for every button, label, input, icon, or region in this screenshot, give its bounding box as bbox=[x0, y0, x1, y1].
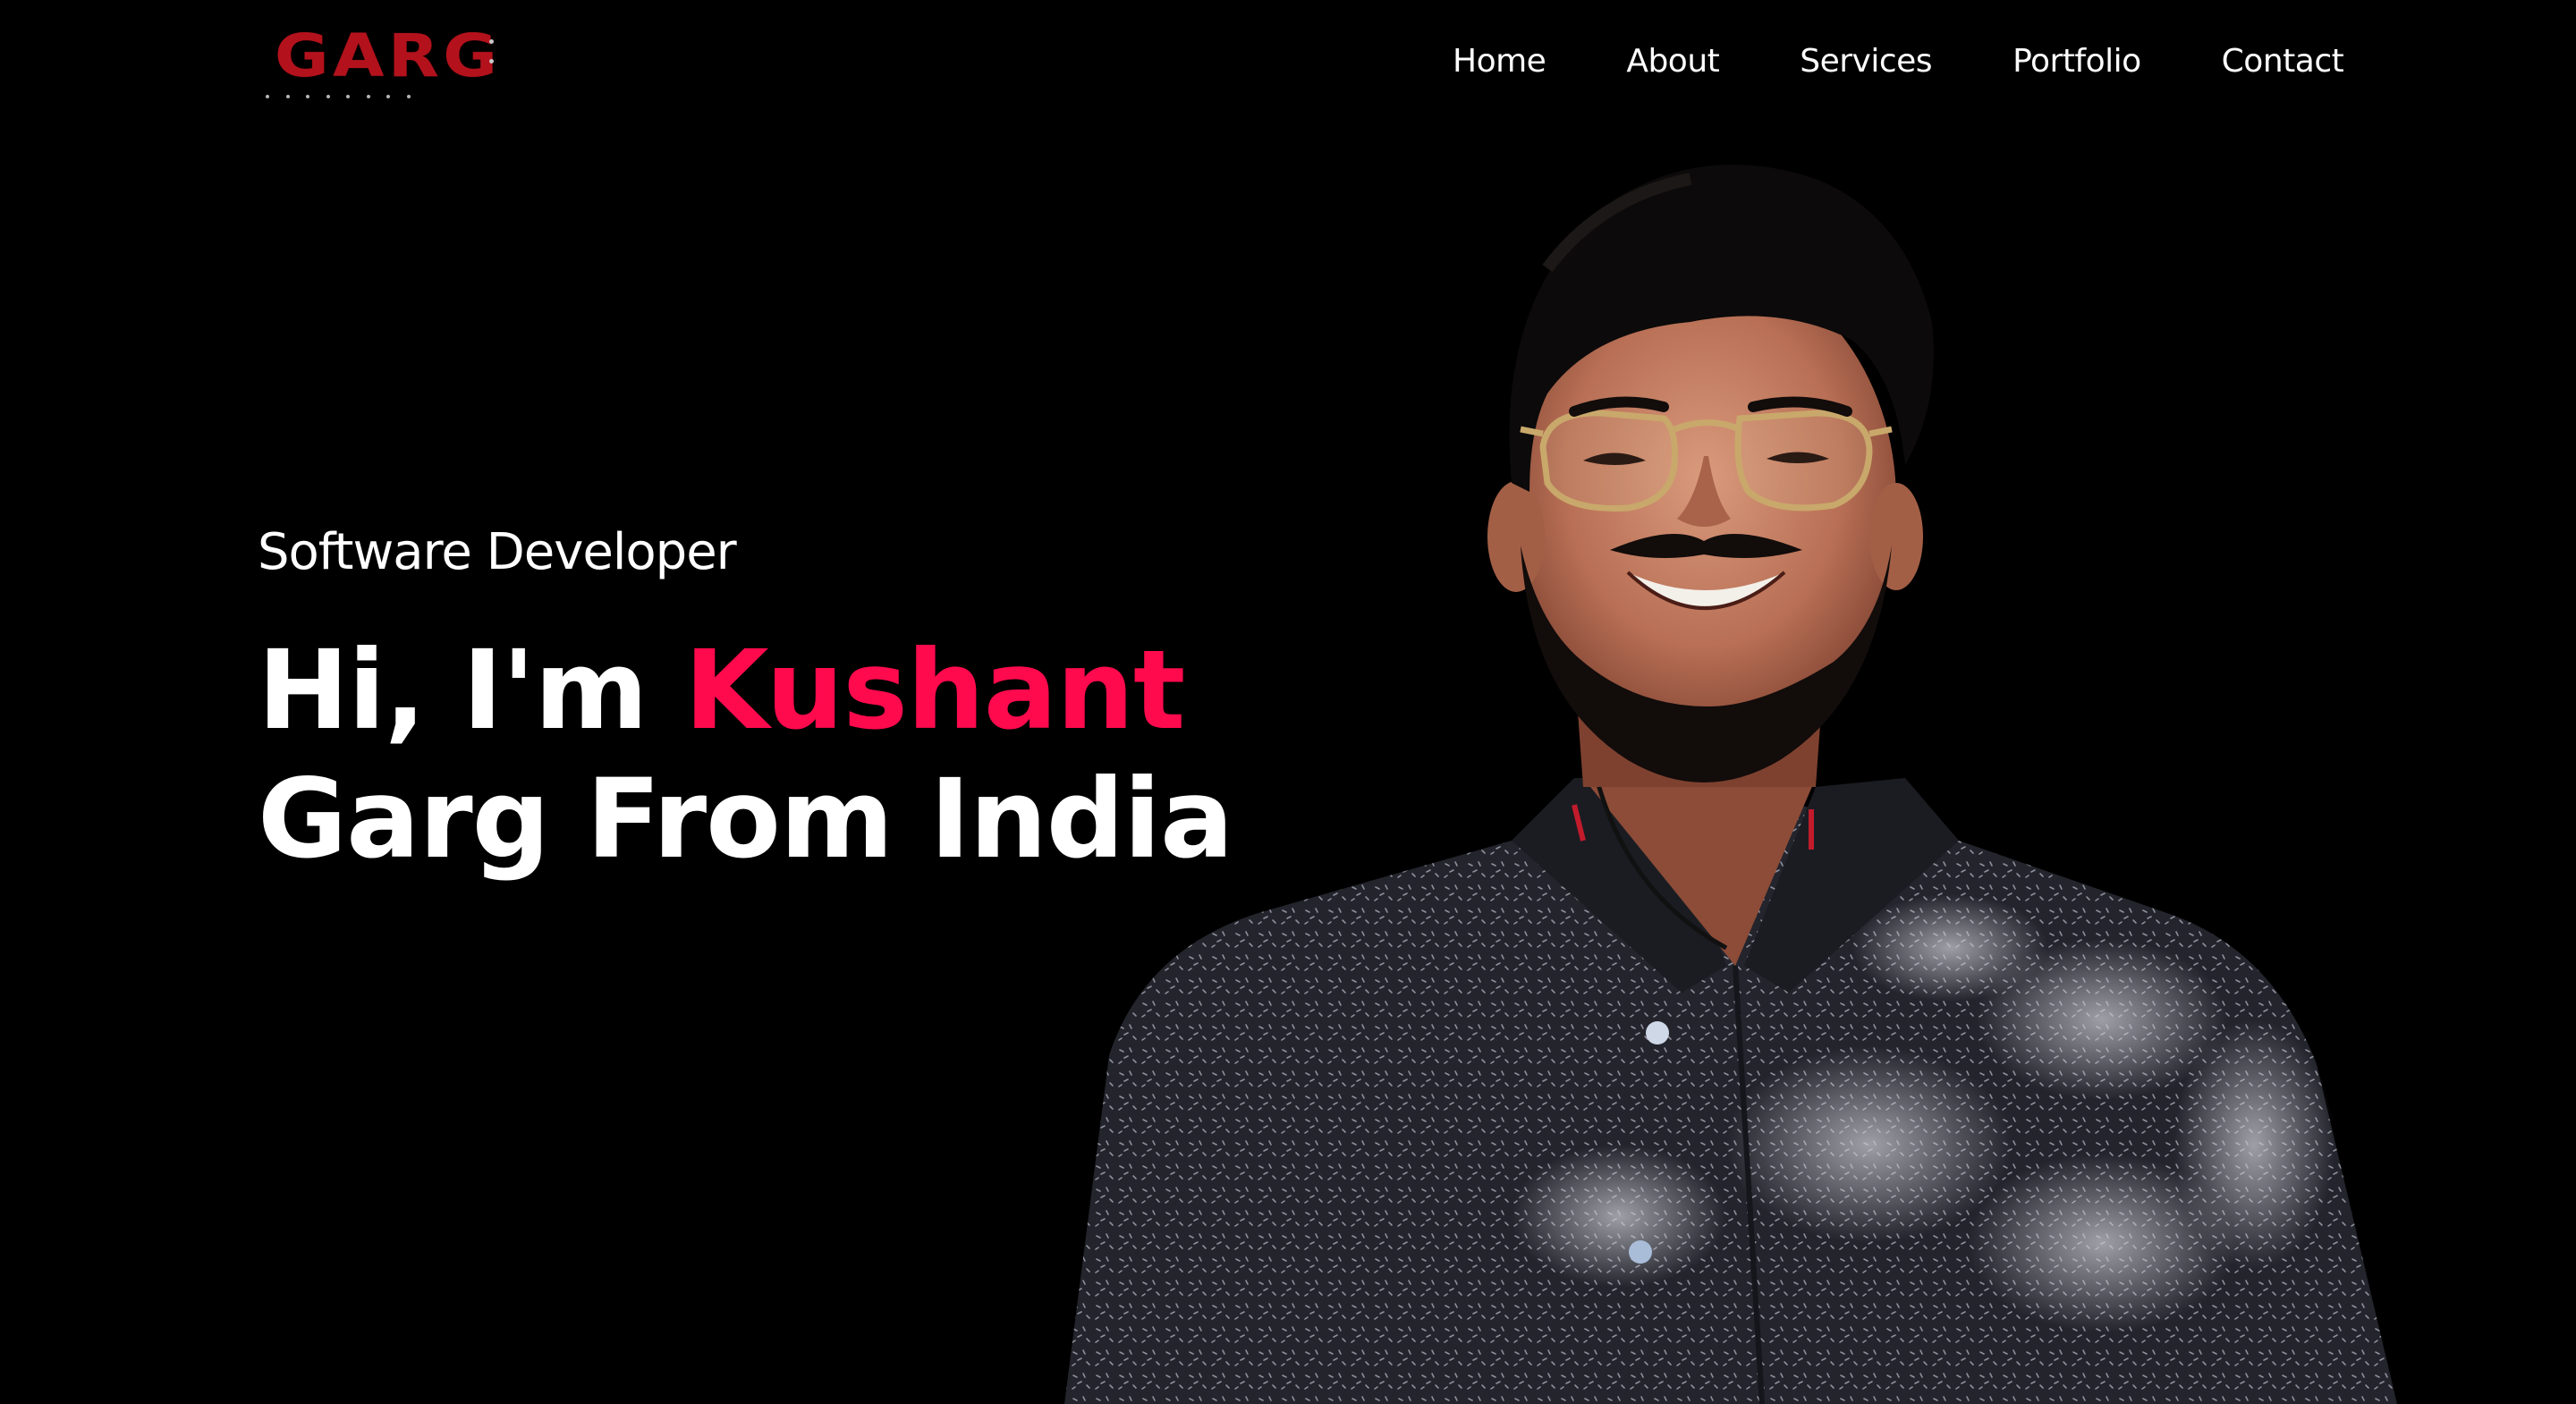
nav-about[interactable]: About bbox=[1626, 38, 1719, 86]
hero-greeting: Hi, I'm bbox=[258, 627, 685, 754]
nav-services[interactable]: Services bbox=[1800, 38, 1932, 86]
logo-wordmark: GARG bbox=[275, 21, 502, 90]
logo-colon-mark bbox=[489, 39, 495, 79]
logo-dotted-underline bbox=[266, 95, 411, 98]
hero-portrait-photo bbox=[1046, 161, 2424, 1404]
site-logo[interactable]: GARG bbox=[262, 27, 508, 106]
nav-contact[interactable]: Contact bbox=[2222, 38, 2344, 86]
person-photo-icon bbox=[1064, 165, 2397, 1404]
hero-role: Software Developer bbox=[258, 523, 737, 581]
main-nav: Home About Services Portfolio Contact bbox=[1453, 38, 2344, 86]
nav-home[interactable]: Home bbox=[1453, 38, 1546, 86]
nav-portfolio[interactable]: Portfolio bbox=[2012, 38, 2141, 86]
